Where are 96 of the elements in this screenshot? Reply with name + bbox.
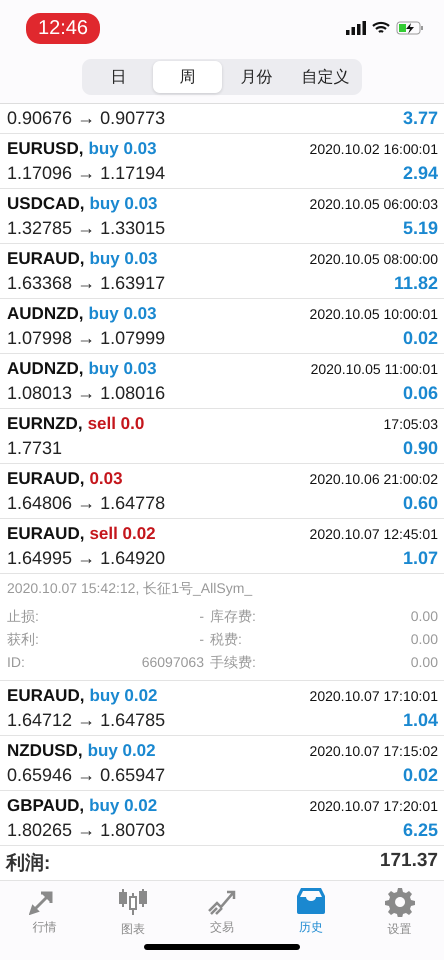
total-value: 171.37 xyxy=(380,850,438,873)
symbol: EURAUD, xyxy=(7,524,84,544)
battery-charging-icon xyxy=(396,21,424,35)
trade-time: 2020.10.05 08:00:00 xyxy=(310,250,438,266)
profit-value: 5.19 xyxy=(402,218,438,239)
symbol: EURAUD, xyxy=(7,248,84,268)
order-type: buy 0.03 xyxy=(88,138,157,158)
symbol: AUDNZD, xyxy=(7,304,84,324)
trade-time: 2020.10.07 12:45:01 xyxy=(310,526,438,542)
trade-time: 17:05:03 xyxy=(384,416,438,432)
order-type: buy 0.02 xyxy=(88,740,156,760)
order-type: buy 0.02 xyxy=(89,796,158,816)
symbol: USDCAD, xyxy=(7,194,84,214)
profit-value: 11.82 xyxy=(394,273,438,294)
trade-row[interactable]: USDCAD, buy 0.03 2020.10.05 06:00:03 1.32785 → 1.33015 5.19 xyxy=(0,189,444,244)
candlestick-icon xyxy=(118,887,148,917)
order-type: buy 0.03 xyxy=(88,358,157,378)
trade-row[interactable]: AUDNZD, buy 0.03 2020.10.05 11:00:01 1.08013 → 1.08016 0.06 xyxy=(0,354,444,409)
price-range: 0.65946 → 0.65947 xyxy=(7,765,166,786)
trade-time: 2020.10.02 16:00:01 xyxy=(310,140,438,156)
field-label: 止损: xyxy=(7,608,40,626)
trade-row[interactable]: EURAUD, buy 0.03 2020.10.05 08:00:00 1.63368 → 1.63917 11.82 xyxy=(0,244,444,299)
trade-row[interactable]: AUDNZD, buy 0.03 2020.10.05 10:00:01 1.07998 → 1.07999 0.02 xyxy=(0,299,444,354)
profit-value: 2.94 xyxy=(402,163,438,184)
field-label: 获利: xyxy=(7,631,40,649)
period-tab[interactable]: 日 xyxy=(84,61,153,93)
order-type: buy 0.02 xyxy=(89,686,158,706)
order-type: sell 0.02 xyxy=(89,524,156,544)
trade-time: 2020.10.07 17:15:02 xyxy=(310,742,438,758)
trade-time: 2020.10.07 17:10:01 xyxy=(310,688,438,704)
trade-time: 2020.10.05 11:00:01 xyxy=(310,360,438,376)
profit-value: 3.77 xyxy=(402,108,438,129)
profit-value: 0.90 xyxy=(402,438,438,459)
trade-time: 2020.10.05 10:00:01 xyxy=(310,306,438,322)
field-value: 0.00 xyxy=(410,608,438,626)
trade-time: 2020.10.06 21:00:02 xyxy=(310,470,438,486)
price-range: 1.63368 → 1.63917 xyxy=(7,273,166,294)
symbol: AUDNZD, xyxy=(7,358,84,378)
order-type: buy 0.03 xyxy=(89,194,158,214)
field-value: 0.00 xyxy=(410,654,438,672)
order-type: buy 0.03 xyxy=(89,248,158,268)
price-range: 1.32785 → 1.33015 xyxy=(7,218,166,239)
price-range: 1.7731 xyxy=(7,438,62,459)
period-tab[interactable]: 月份 xyxy=(222,61,291,93)
inbox-icon xyxy=(296,887,326,915)
price-range: 1.08013 → 1.08016 xyxy=(7,383,166,404)
profit-value: 1.07 xyxy=(402,548,438,569)
symbol: EURAUD, xyxy=(7,686,84,706)
order-type: sell 0.0 xyxy=(88,414,144,434)
field-value: - xyxy=(198,608,204,626)
field-value: 66097063 xyxy=(140,654,204,672)
symbol: EURAUD, xyxy=(7,468,84,488)
price-range: 1.64712 → 1.64785 xyxy=(7,710,166,731)
trade-row[interactable]: GBPAUD, buy 0.02 2020.10.07 17:20:01 1.80265 → 1.80703 6.25 xyxy=(0,791,444,846)
trade-row[interactable]: EURAUD, 0.03 2020.10.06 21:00:02 1.64806 → 1.64778 0.60 xyxy=(0,464,444,519)
profit-value: 0.06 xyxy=(402,383,438,404)
price-range: 1.64995 → 1.64920 xyxy=(7,548,166,569)
profit-value: 0.02 xyxy=(402,328,438,349)
symbol: NZDUSD, xyxy=(7,740,83,760)
field-label: 库存费: xyxy=(210,608,257,626)
symbol: EURUSD, xyxy=(7,138,84,158)
field-label: ID: xyxy=(7,654,26,672)
settings-icon xyxy=(384,887,415,917)
clock-time: 12:46 xyxy=(26,12,100,44)
price-range: 0.90676 → 0.90773 xyxy=(7,108,166,129)
trade-time: 2020.10.05 06:00:03 xyxy=(310,196,438,212)
nav-tab[interactable]: 历史 xyxy=(266,887,356,947)
trade-row[interactable]: EURNZD, sell 0.0 17:05:03 1.7731 0.90 xyxy=(0,409,444,464)
trade-time: 2020.10.07 17:20:01 xyxy=(310,798,438,814)
symbol: GBPAUD, xyxy=(7,796,84,816)
profit-value: 0.02 xyxy=(402,765,438,786)
price-range: 1.64806 → 1.64778 xyxy=(7,493,166,514)
trade-row[interactable]: EURUSD, buy 0.03 2020.10.02 16:00:01 1.17096 → 1.17194 2.94 xyxy=(0,134,444,189)
total-label: 利润: xyxy=(6,852,50,876)
period-tab[interactable]: 自定义 xyxy=(291,61,360,93)
trade-row[interactable]: EURAUD, buy 0.02 2020.10.07 17:10:01 1.64712 → 1.64785 1.04 xyxy=(0,681,444,736)
profit-value: 1.04 xyxy=(402,710,438,731)
trade-row[interactable]: 0.90676 → 0.90773 3.77 xyxy=(0,104,444,134)
symbol: EURNZD, xyxy=(7,414,83,434)
field-label: 税费: xyxy=(210,631,243,649)
order-type: 0.03 xyxy=(89,468,123,488)
period-tab[interactable]: 周 xyxy=(153,61,222,93)
field-value: 0.00 xyxy=(410,631,438,649)
price-range: 1.17096 → 1.17194 xyxy=(7,163,166,184)
trade-row[interactable]: NZDUSD, buy 0.02 2020.10.07 17:15:02 0.65946 → 0.65947 0.02 xyxy=(0,736,444,791)
trade-comment: 2020.10.07 15:42:12, 长征1号_AllSym_ xyxy=(7,580,254,598)
signal-icon xyxy=(346,21,366,35)
profit-value: 0.60 xyxy=(402,493,438,514)
profit-value: 6.25 xyxy=(402,820,438,841)
order-type: buy 0.03 xyxy=(88,304,157,324)
field-value: - xyxy=(198,631,204,649)
trade-row[interactable]: EURAUD, sell 0.02 2020.10.07 12:45:01 1.64995 → 1.64920 1.07 xyxy=(0,519,444,574)
price-range: 1.80265 → 1.80703 xyxy=(7,820,166,841)
price-range: 1.07998 → 1.07999 xyxy=(7,328,166,349)
field-label: 手续费: xyxy=(210,654,257,672)
wifi-icon xyxy=(372,21,390,35)
